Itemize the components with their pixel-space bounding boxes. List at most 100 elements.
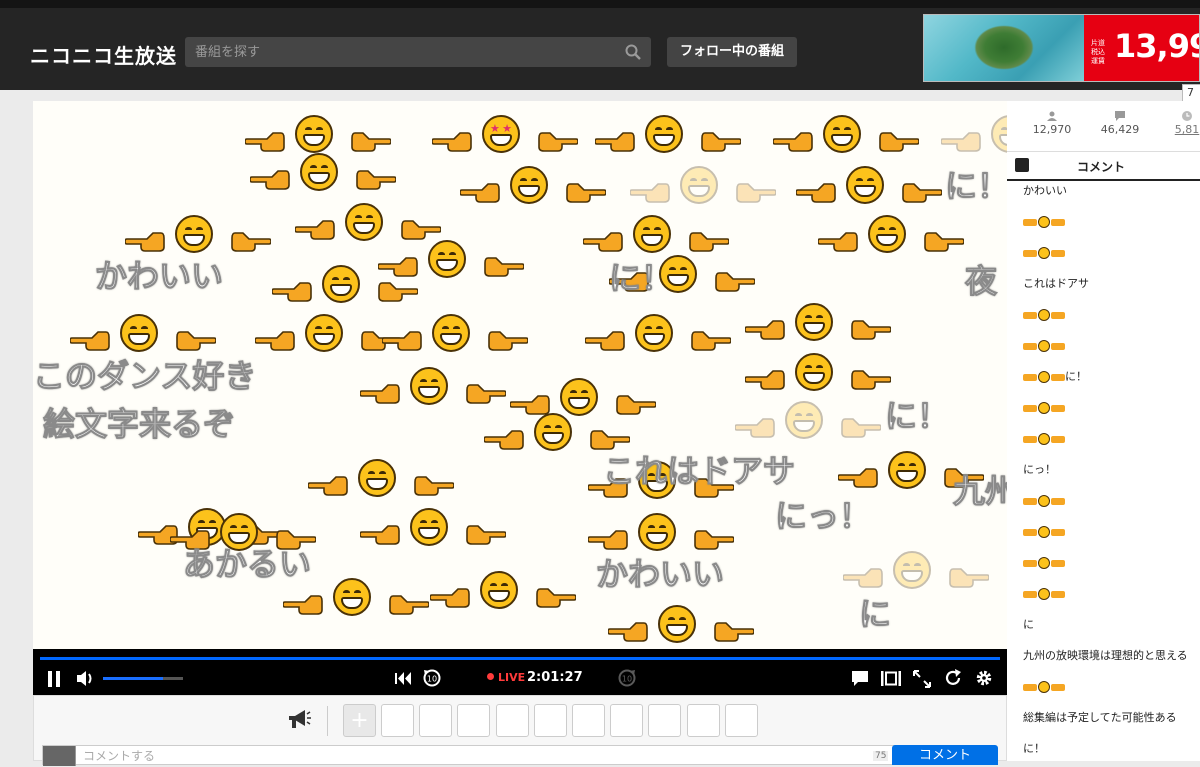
stamp-slot[interactable] [533, 704, 567, 737]
grin-emoji-icon [868, 215, 906, 253]
hand-icon [1023, 528, 1037, 536]
comment-list-item[interactable] [1023, 398, 1065, 418]
comment-list-item[interactable] [1023, 553, 1065, 573]
stamp-slot[interactable] [572, 704, 605, 737]
timeshift-icon [1182, 111, 1192, 121]
comment-list-item[interactable]: 九州の放映環境は理想的と思える [1023, 646, 1188, 666]
stamp-slot[interactable] [610, 704, 644, 737]
grin-emoji-icon [560, 378, 598, 416]
comment-text: にっ！ [1023, 463, 1056, 476]
hand-icon [1051, 683, 1065, 691]
grin-emoji-icon [1038, 216, 1050, 228]
comment-count-icon [1115, 111, 1125, 121]
stamp-slot[interactable] [495, 704, 529, 737]
grin-emoji-icon [633, 215, 671, 253]
hand-icon [1051, 218, 1065, 226]
comment-list-item[interactable] [1023, 243, 1065, 263]
forward-10-icon[interactable]: 10 [617, 668, 637, 688]
overlay-comment: に！ [944, 167, 1007, 206]
overlay-comment: に [858, 595, 892, 634]
hand-icon [1051, 528, 1065, 536]
timeshift-count[interactable]: 5,81 [1157, 111, 1200, 136]
comment-input[interactable] [83, 746, 863, 766]
comment-list-item[interactable]: に [1023, 615, 1034, 635]
comment-text: 総集編は予定してた可能性ある [1023, 711, 1177, 724]
stamp-slot[interactable] [381, 704, 414, 737]
comment-list-item[interactable]: 総集編は予定してた可能性ある [1023, 708, 1177, 728]
following-programs-button[interactable]: フォロー中の番組 [667, 37, 797, 67]
comment-text: これはドアサ [1023, 277, 1089, 290]
reload-icon[interactable] [944, 669, 962, 687]
comment-list-item[interactable] [1023, 305, 1065, 325]
comment-submit-button[interactable]: コメント [892, 745, 998, 765]
megaphone-icon[interactable] [287, 708, 311, 730]
pause-icon[interactable] [47, 671, 61, 687]
search-box[interactable] [185, 37, 651, 67]
volume-slider[interactable] [103, 677, 183, 680]
overlay-comment: に！ [608, 259, 674, 298]
comment-text: 九州の放映環境は理想的と思える [1023, 649, 1188, 662]
ad-fare-label: 片道 税込 運賃 [1091, 39, 1105, 65]
grin-emoji-icon [410, 367, 448, 405]
search-input[interactable] [185, 37, 615, 67]
comment-list-item[interactable] [1023, 677, 1065, 697]
grin-emoji-icon [333, 578, 371, 616]
stamp-slot[interactable] [419, 704, 453, 737]
stamp-slot[interactable] [457, 704, 491, 737]
grin-emoji-icon [410, 508, 448, 546]
hand-icon [1051, 559, 1065, 567]
tab-comment[interactable]: コメント [1077, 158, 1125, 175]
fullscreen-icon[interactable] [913, 670, 931, 688]
comment-list-item[interactable] [1023, 336, 1065, 356]
stamp-slot[interactable] [648, 704, 682, 737]
progress-area[interactable] [33, 649, 1007, 662]
comment-list-item[interactable]: に！ [1023, 367, 1087, 387]
hand-icon [1051, 497, 1065, 505]
hand-icon [1023, 683, 1037, 691]
theater-mode-icon[interactable] [881, 671, 901, 686]
grin-emoji-icon [645, 115, 683, 153]
comment-toggle-icon[interactable] [851, 670, 869, 687]
comment-text: に！ [1065, 370, 1087, 383]
comment-mode-icon[interactable] [43, 746, 76, 766]
grin-emoji-icon [1038, 402, 1050, 414]
comment-list-item[interactable] [1023, 429, 1065, 449]
grin-emoji-icon [120, 314, 158, 352]
mute-comments-icon[interactable] [1015, 158, 1029, 172]
ad-banner[interactable]: 片道 税込 運賃 13,99 [923, 14, 1200, 82]
hand-icon [1023, 218, 1037, 226]
grin-emoji-icon [1038, 681, 1050, 693]
stamp-slot[interactable] [686, 704, 720, 737]
grin-emoji-icon [680, 166, 718, 204]
hand-icon [1023, 497, 1037, 505]
comment-list-item[interactable]: に！ [1023, 739, 1045, 759]
seek-bar[interactable] [40, 657, 1000, 660]
comment-list-item[interactable] [1023, 491, 1065, 511]
volume-icon[interactable] [77, 670, 95, 687]
comment-list-item[interactable]: これはドアサ [1023, 274, 1089, 294]
grin-emoji-icon [345, 203, 383, 241]
ad-price-panel: 片道 税込 運賃 13,99 [1084, 15, 1199, 81]
ad-tag[interactable]: 7 [1182, 84, 1200, 102]
grin-emoji-icon [1038, 588, 1050, 600]
comment-list-item[interactable] [1023, 522, 1065, 542]
stamp-slot[interactable] [724, 704, 758, 737]
rewind-10-icon[interactable]: 10 [422, 668, 442, 688]
comment-list-item[interactable]: にっ！ [1023, 460, 1056, 480]
comment-list-item[interactable] [1023, 212, 1065, 232]
comment-list-item[interactable]: かわいい [1023, 181, 1067, 201]
hand-icon [1023, 559, 1037, 567]
grin-emoji-icon [305, 314, 343, 352]
comment-list-item[interactable] [1023, 584, 1065, 604]
grin-emoji-icon [534, 413, 572, 451]
video-player[interactable]: ★ ★ かわいい このダンス好き 絵文字来るぞ あかるい に！ これはドアサ にっ！ かわいいに… [33, 101, 1007, 649]
grin-emoji-icon: ★ ★ [482, 115, 520, 153]
grin-emoji-icon [1038, 526, 1050, 538]
settings-gear-icon[interactable] [975, 669, 993, 687]
grin-emoji-icon [846, 166, 884, 204]
add-stamp-button[interactable]: + [343, 704, 376, 737]
overlay-comment: 夜 [964, 262, 998, 301]
skip-back-icon[interactable] [395, 672, 411, 685]
site-logo[interactable]: ニコニコ生放送 [30, 40, 177, 69]
search-icon[interactable] [625, 44, 641, 60]
